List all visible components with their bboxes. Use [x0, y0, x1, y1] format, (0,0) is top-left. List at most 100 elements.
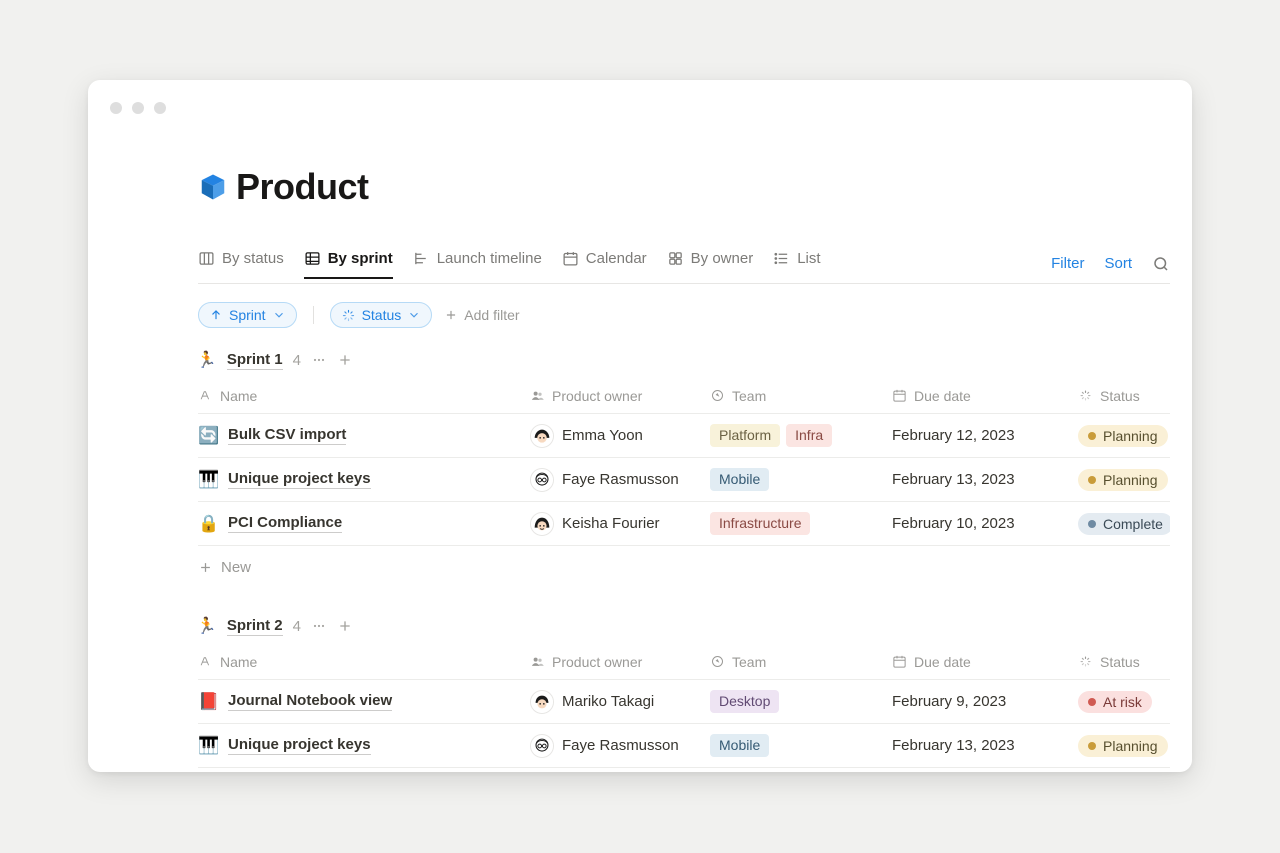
table-row[interactable]: 🔒PCI Compliance Keisha Fourier Infrastruct… — [198, 502, 1170, 546]
col-team[interactable]: Team — [700, 388, 882, 404]
team-tag[interactable]: Infra — [786, 424, 832, 447]
cell-due[interactable]: February 13, 2023 — [882, 471, 1068, 488]
page-title[interactable]: Product — [236, 166, 369, 208]
tab-label: Launch timeline — [437, 250, 542, 267]
col-team[interactable]: Team — [700, 654, 882, 670]
loading-icon — [341, 308, 356, 323]
cell-owner[interactable]: Keisha Fourier — [520, 512, 700, 536]
row-title[interactable]: PCI Compliance — [228, 514, 342, 533]
traffic-dot[interactable] — [132, 102, 144, 114]
cell-status[interactable]: Complete — [1068, 513, 1170, 535]
table-row[interactable]: 📕Journal Notebook view Mariko Takagi Deskt… — [198, 680, 1170, 724]
new-row-button[interactable]: New — [198, 546, 1170, 588]
cell-due[interactable]: February 10, 2023 — [882, 515, 1068, 532]
tab-by-sprint[interactable]: By sprint — [304, 250, 393, 279]
cell-status[interactable]: Planning — [1068, 425, 1170, 447]
table-row[interactable]: 🎹Unique project keysFaye Rasmusson Mobile… — [198, 724, 1170, 768]
col-status[interactable]: Status — [1068, 388, 1170, 404]
table-header: NameProduct ownerTeamDue dateStatus — [198, 378, 1170, 414]
row-title[interactable]: Unique project keys — [228, 470, 371, 489]
group-title[interactable]: Sprint 1 — [227, 351, 283, 370]
col-name[interactable]: Name — [198, 654, 520, 670]
tab-list[interactable]: List — [773, 250, 820, 279]
cell-team[interactable]: Desktop — [700, 690, 882, 713]
chevron-down-icon — [272, 308, 286, 322]
list-icon — [773, 250, 790, 267]
group-header[interactable]: ▼🏃Sprint 24 — [198, 616, 1170, 636]
sort-link[interactable]: Sort — [1104, 255, 1132, 272]
col-due[interactable]: Due date — [882, 388, 1068, 404]
cell-owner[interactable]: Emma Yoon — [520, 424, 700, 448]
status-badge[interactable]: Planning — [1078, 469, 1168, 491]
tab-by-status[interactable]: By status — [198, 250, 284, 279]
row-title[interactable]: Bulk CSV import — [228, 426, 346, 445]
team-tag[interactable]: Platform — [710, 424, 780, 447]
tab-calendar[interactable]: Calendar — [562, 250, 647, 279]
owner-name: Keisha Fourier — [562, 515, 660, 532]
page-icon[interactable] — [198, 172, 228, 202]
owner-name: Faye Rasmusson — [562, 471, 679, 488]
cell-name[interactable]: 🎹Unique project keys — [198, 736, 520, 756]
col-owner[interactable]: Product owner — [520, 388, 700, 404]
tab-launch-timeline[interactable]: Launch timeline — [413, 250, 542, 279]
add-row-icon[interactable] — [337, 618, 353, 634]
avatar — [530, 424, 554, 448]
group-title[interactable]: Sprint 2 — [227, 617, 283, 636]
filter-link[interactable]: Filter — [1051, 255, 1084, 272]
cell-name[interactable]: 🎹Unique project keys — [198, 470, 520, 490]
team-tag[interactable]: Mobile — [710, 468, 769, 491]
cell-status[interactable]: Planning — [1068, 469, 1170, 491]
cell-name[interactable]: 📕Journal Notebook view — [198, 692, 520, 712]
traffic-dot[interactable] — [154, 102, 166, 114]
row-icon: 🔄 — [198, 426, 220, 446]
cell-status[interactable]: At risk — [1068, 691, 1170, 713]
chip-label: Sprint — [229, 307, 266, 323]
add-row-icon[interactable] — [337, 352, 353, 368]
status-badge[interactable]: At risk — [1078, 691, 1152, 713]
cell-owner[interactable]: Faye Rasmusson — [520, 468, 700, 492]
cell-team[interactable]: Mobile — [700, 734, 882, 757]
status-badge[interactable]: Planning — [1078, 425, 1168, 447]
table-row[interactable]: 🎹Unique project keys Faye Rasmusson Mobile… — [198, 458, 1170, 502]
team-tag[interactable]: Infrastructure — [710, 512, 810, 535]
more-icon[interactable] — [311, 352, 327, 368]
cell-due[interactable]: February 9, 2023 — [882, 693, 1068, 710]
cell-team[interactable]: Infrastructure — [700, 512, 882, 535]
plus-icon — [444, 308, 458, 322]
table-row[interactable]: 🔄Bulk CSV importEmma YoonPlatform InfraF… — [198, 414, 1170, 458]
cell-name[interactable]: 🔄 Bulk CSV import — [198, 426, 520, 446]
cell-due[interactable]: February 12, 2023 — [882, 427, 1068, 444]
group-header[interactable]: ▼🏃Sprint 14 — [198, 350, 1170, 370]
add-filter-label: Add filter — [464, 307, 519, 323]
status-badge[interactable]: Complete — [1078, 513, 1170, 535]
sprint-filter-chip[interactable]: Sprint — [198, 302, 297, 328]
col-name[interactable]: Name — [198, 388, 520, 404]
row-title[interactable]: Journal Notebook view — [228, 692, 392, 711]
cell-owner[interactable]: Faye Rasmusson — [520, 734, 700, 758]
cell-team[interactable]: Mobile — [700, 468, 882, 491]
app-window: Product By status By sprint Launch tim — [88, 80, 1192, 772]
col-owner[interactable]: Product owner — [520, 654, 700, 670]
cell-owner[interactable]: Mariko Takagi — [520, 690, 700, 714]
cell-status[interactable]: Planning — [1068, 735, 1170, 757]
more-icon[interactable] — [311, 618, 327, 634]
status-badge[interactable]: Planning — [1078, 735, 1168, 757]
row-title[interactable]: Unique project keys — [228, 736, 371, 755]
group-count: 4 — [293, 618, 301, 635]
timeline-icon — [413, 250, 430, 267]
status-filter-chip[interactable]: Status — [330, 302, 433, 328]
team-tag[interactable]: Mobile — [710, 734, 769, 757]
owner-name: Mariko Takagi — [562, 693, 654, 710]
tab-by-owner[interactable]: By owner — [667, 250, 754, 279]
filter-row: Sprint Status Add filter — [198, 284, 1170, 342]
search-icon[interactable] — [1152, 255, 1170, 273]
cell-team[interactable]: Platform Infra — [700, 424, 882, 447]
cell-name[interactable]: 🔒PCI Compliance — [198, 514, 520, 534]
cell-due[interactable]: February 13, 2023 — [882, 737, 1068, 754]
team-tag[interactable]: Desktop — [710, 690, 779, 713]
col-status[interactable]: Status — [1068, 654, 1170, 670]
add-filter-button[interactable]: Add filter — [444, 307, 519, 323]
traffic-dot[interactable] — [110, 102, 122, 114]
col-due[interactable]: Due date — [882, 654, 1068, 670]
avatar — [530, 512, 554, 536]
